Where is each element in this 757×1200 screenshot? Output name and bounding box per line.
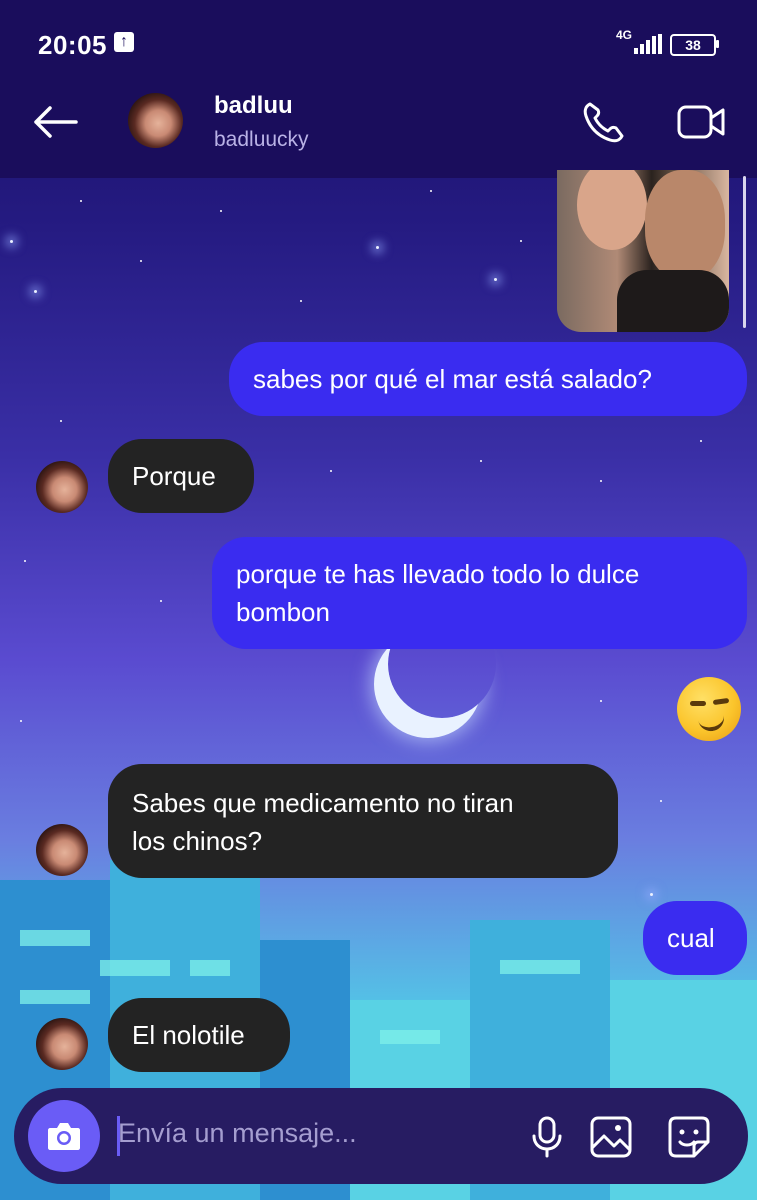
upload-icon: ↑	[114, 32, 134, 52]
avatar[interactable]	[128, 93, 183, 148]
message-composer: Envía un mensaje...	[14, 1088, 748, 1184]
message-line: porque te has llevado todo lo dulce	[236, 559, 640, 589]
message-line: los chinos?	[132, 826, 263, 856]
contact-avatar[interactable]	[36, 1018, 88, 1070]
contact-avatar[interactable]	[36, 824, 88, 876]
message-incoming[interactable]: Porque	[108, 439, 254, 513]
microphone-icon[interactable]	[524, 1114, 570, 1160]
message-line: bombon	[236, 597, 330, 627]
status-bar: 20:05 ↑ 4G 38	[0, 0, 757, 88]
battery-icon: 38	[670, 34, 716, 56]
shared-photo[interactable]	[557, 170, 729, 332]
video-camera-icon[interactable]	[676, 100, 726, 144]
contact-username[interactable]: badluucky	[214, 128, 309, 152]
message-incoming[interactable]: Sabes que medicamento no tiran los chino…	[108, 764, 618, 878]
message-incoming[interactable]: El nolotile	[108, 998, 290, 1072]
contact-avatar[interactable]	[36, 461, 88, 513]
clock: 20:05	[38, 30, 107, 60]
camera-button[interactable]	[28, 1100, 100, 1172]
camera-icon	[48, 1123, 80, 1150]
message-input[interactable]: Envía un mensaje...	[118, 1118, 357, 1149]
chat-header: badluu badluucky	[0, 88, 757, 178]
sticker-icon[interactable]	[666, 1114, 712, 1160]
message-outgoing[interactable]: sabes por qué el mar está salado?	[229, 342, 747, 416]
back-arrow-icon[interactable]	[30, 102, 80, 142]
message-outgoing[interactable]: porque te has llevado todo lo dulce bomb…	[212, 537, 747, 649]
contact-name[interactable]: badluu	[214, 92, 293, 120]
battery-tip	[716, 40, 719, 48]
image-icon[interactable]	[588, 1114, 634, 1160]
message-line: Sabes que medicamento no tiran	[132, 788, 514, 818]
signal-icon	[628, 34, 662, 54]
phone-icon[interactable]	[580, 98, 628, 146]
smirking-face-emoji[interactable]	[677, 677, 741, 741]
scrollbar[interactable]	[743, 176, 746, 328]
message-outgoing[interactable]: cual	[643, 901, 747, 975]
chat-screen: 20:05 ↑ 4G 38 badluu badluucky sabes por…	[0, 0, 757, 1200]
